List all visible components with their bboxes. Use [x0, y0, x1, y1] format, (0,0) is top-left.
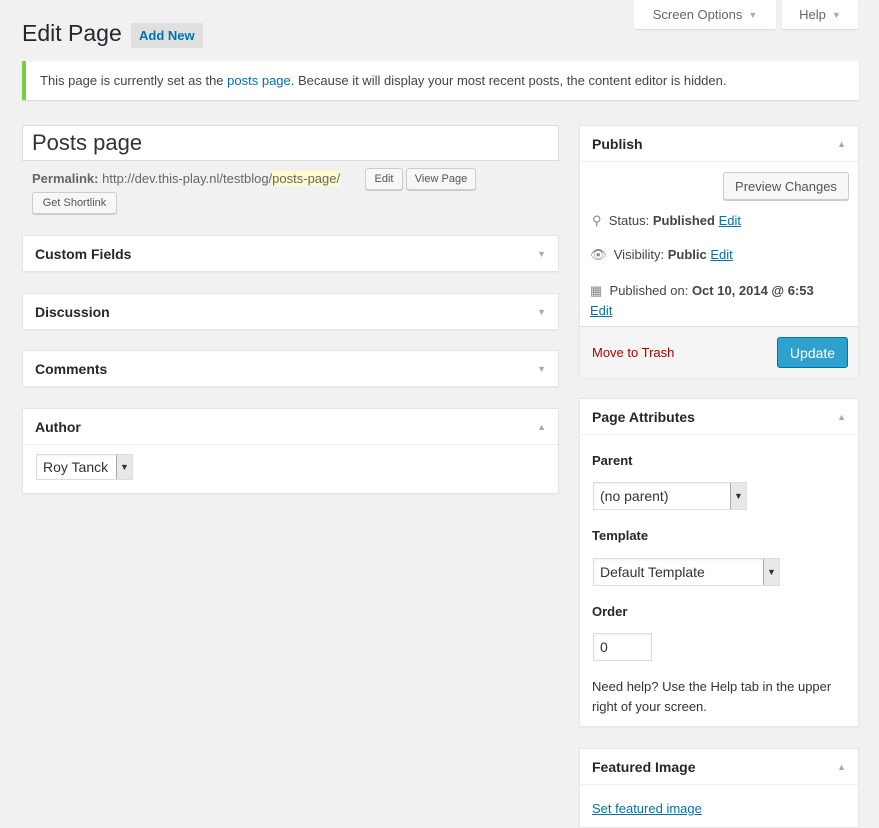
publish-box: Publish ▲ Preview Changes ⚲ Status: Publi… — [579, 125, 859, 378]
notice-text: This page is currently set as the — [40, 73, 228, 88]
move-to-trash-link[interactable]: Move to Trash — [592, 345, 674, 360]
caret-down-icon[interactable]: ▼ — [537, 307, 546, 317]
caret-down-icon[interactable]: ▼ — [537, 364, 546, 374]
box-title: Custom Fields — [35, 246, 132, 262]
page-attributes-box: Page Attributes ▲ Parent (no parent) ▼ Tem… — [579, 398, 859, 727]
chevron-down-icon: ▼ — [763, 559, 779, 585]
caret-up-icon[interactable]: ▲ — [837, 139, 846, 149]
status-value: Published — [652, 213, 715, 228]
permalink-slug[interactable]: posts-page/ — [272, 171, 341, 186]
box-title: Featured Image — [592, 758, 696, 775]
posts-page-link[interactable]: posts page — [227, 73, 291, 88]
box-title: Page Attributes — [592, 408, 695, 425]
pin-icon: ⚲ — [592, 213, 602, 228]
permalink-label: Permalink: — [32, 171, 99, 186]
page-title: Edit Page — [22, 20, 122, 46]
featured-image-box: Featured Image ▲ Set featured image — [579, 748, 859, 828]
published-label: Published on: — [609, 283, 689, 298]
screen-options-label: Screen Options — [652, 7, 743, 22]
notice: This page is currently set as the posts … — [22, 61, 859, 100]
visibility-value: Public — [667, 247, 707, 262]
order-label: Order — [592, 604, 628, 619]
template-select[interactable]: Default Template ▼ — [593, 558, 780, 586]
permalink: Permalink: http://dev.this-play.nl/testb… — [32, 171, 341, 186]
edit-status-link[interactable]: Edit — [719, 213, 741, 228]
caret-up-icon[interactable]: ▲ — [837, 762, 846, 772]
author-select[interactable]: Roy Tanck ▼ — [36, 454, 133, 480]
edit-permalink-button[interactable]: Edit — [365, 168, 403, 190]
screen-options-tab[interactable]: Screen Options ▼ — [634, 0, 776, 29]
get-shortlink-button[interactable]: Get Shortlink — [32, 192, 117, 214]
box-title: Comments — [35, 361, 108, 377]
template-label: Template — [592, 528, 649, 543]
view-page-button[interactable]: View Page — [406, 168, 476, 190]
status-row: ⚲ Status: Published Edit — [592, 213, 741, 229]
preview-changes-button[interactable]: Preview Changes — [723, 172, 849, 200]
author-value: Roy Tanck — [43, 459, 109, 475]
template-value: Default Template — [600, 564, 705, 580]
visibility-label: Visibility: — [613, 247, 665, 262]
order-input[interactable]: 0 — [593, 633, 652, 661]
parent-value: (no parent) — [600, 488, 669, 504]
chevron-down-icon: ▼ — [730, 483, 746, 509]
notice-text-end: . Because it will display your most rece… — [290, 73, 727, 88]
comments-box[interactable]: Comments ▼ — [22, 350, 559, 387]
add-new-button[interactable]: Add New — [131, 23, 203, 48]
published-value: Oct 10, 2014 @ 6:53 — [691, 283, 814, 298]
visibility-row: 👁 Visibility: Public Edit — [590, 247, 733, 263]
edit-date-link[interactable]: Edit — [590, 303, 612, 318]
update-button[interactable]: Update — [777, 337, 848, 368]
parent-label: Parent — [592, 453, 633, 468]
help-tab[interactable]: Help ▼ — [782, 0, 858, 29]
eye-icon: 👁 — [590, 247, 607, 262]
custom-fields-box[interactable]: Custom Fields ▼ — [22, 235, 559, 272]
chevron-down-icon: ▼ — [116, 455, 132, 479]
caret-up-icon[interactable]: ▲ — [537, 422, 546, 432]
author-box: Author ▲ Roy Tanck ▼ — [22, 408, 559, 494]
status-label: Status: — [608, 213, 650, 228]
parent-select[interactable]: (no parent) ▼ — [593, 482, 747, 510]
edit-visibility-link[interactable]: Edit — [710, 247, 732, 262]
caret-down-icon: ▼ — [748, 9, 758, 20]
help-text: Need help? Use the Help tab in the upper… — [592, 679, 832, 714]
caret-down-icon: ▼ — [831, 9, 841, 20]
set-featured-image-link[interactable]: Set featured image — [592, 801, 702, 816]
help-label: Help — [799, 7, 826, 22]
permalink-base: http://dev.this-play.nl/testblog/ — [102, 171, 273, 186]
caret-up-icon[interactable]: ▲ — [837, 412, 846, 422]
calendar-icon: ▦ — [590, 283, 603, 298]
discussion-box[interactable]: Discussion ▼ — [22, 293, 559, 330]
box-title: Publish — [592, 135, 643, 152]
publish-actions: Move to Trash Update — [580, 326, 858, 378]
box-title: Discussion — [35, 304, 110, 320]
box-title: Author — [35, 418, 81, 435]
title-input[interactable]: Posts page — [22, 125, 559, 161]
published-row: ▦ Published on: Oct 10, 2014 @ 6:53 Edit — [590, 281, 850, 321]
caret-down-icon[interactable]: ▼ — [537, 249, 546, 259]
